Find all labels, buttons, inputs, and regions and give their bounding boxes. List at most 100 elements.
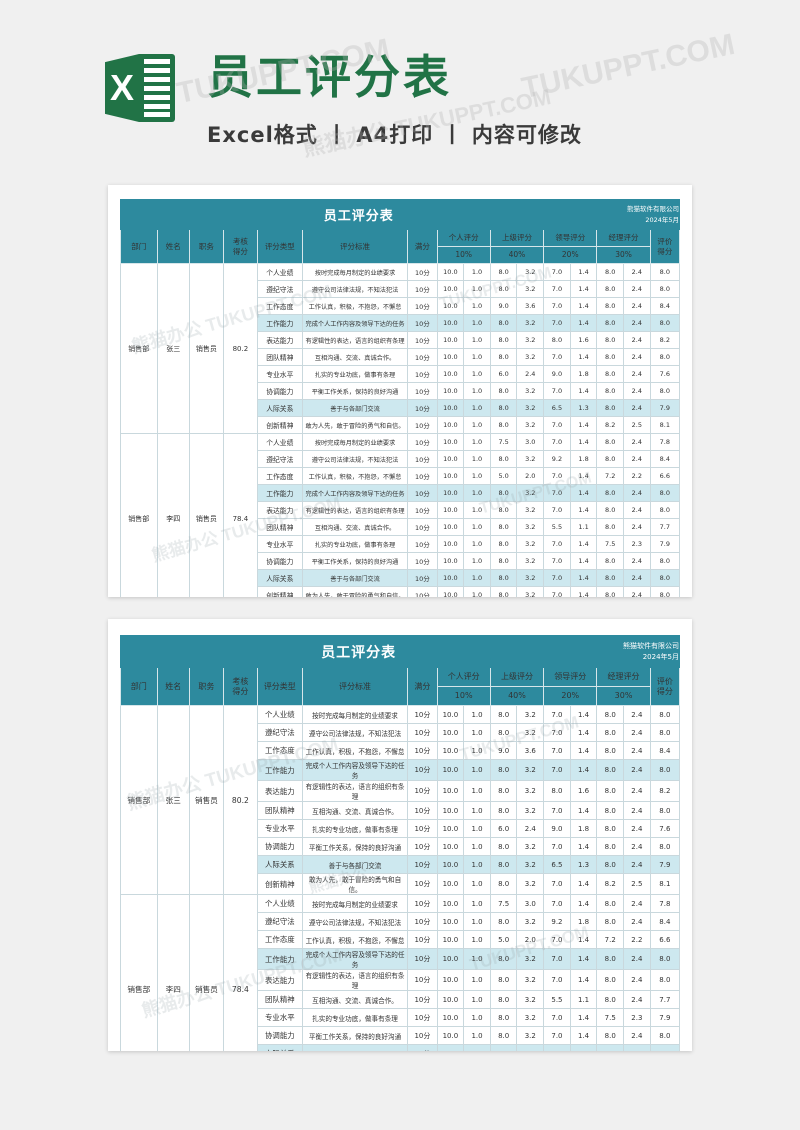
leader-score-cell: 8.0: [543, 780, 571, 802]
full-score-cell: 10分: [407, 837, 438, 856]
superior-score-cell: 8.0: [489, 501, 518, 519]
manager-weighted-cell: 2.4: [623, 894, 651, 913]
full-score-cell: 10分: [407, 969, 438, 991]
table-body-2[interactable]: 销售部 张三 销售员 80.2 个人业绩 按时完成每月制定的业绩要求 10分 10.0 1.0 8…: [120, 705, 681, 1051]
col-header-result-line1: 评价: [657, 237, 673, 247]
table-row[interactable]: 销售部 李四 销售员 78.4 个人业绩 按时完成每月制定的业绩要求 10分 10.0 1.0 7…: [120, 894, 681, 1051]
criteria-desc-cell: 按时完成每月制定的业绩要求: [301, 433, 409, 451]
criteria-type-cell: 专业水平: [256, 819, 303, 838]
self-score-cell: 10.0: [436, 948, 465, 970]
leader-weighted-cell: 1.8: [569, 450, 598, 468]
full-score-cell: 10分: [407, 855, 438, 874]
col-header-group-manager: 经理评分: [596, 667, 651, 687]
criteria-desc-cell: 善于与各部门交流: [301, 569, 409, 587]
self-score-cell: 10.0: [436, 399, 465, 417]
self-score-cell: 10.0: [436, 365, 465, 383]
leader-weighted-cell: 1.4: [569, 723, 598, 742]
col-header-group-self: 个人评分: [436, 667, 491, 687]
col-header-assessment-score: 考核 得分: [222, 229, 258, 264]
superior-weighted-cell: 3.2: [516, 263, 545, 281]
col-header-result-line2: 得分: [657, 246, 673, 256]
employee-name-cell: 李四: [156, 894, 190, 1051]
manager-weighted-cell: 2.2: [623, 467, 651, 485]
leader-weighted-cell: 1.1: [569, 518, 598, 536]
full-score-cell: 10分: [407, 1008, 438, 1027]
self-score-cell: 10.0: [436, 837, 465, 856]
manager-score-cell: 8.0: [596, 586, 625, 597]
table-body-1[interactable]: 销售部 张三 销售员 80.2 个人业绩 按时完成每月制定的业绩要求 10分 10.0 1.0 8…: [120, 263, 681, 597]
self-score-cell: 10.0: [436, 314, 465, 332]
manager-weighted-cell: 2.4: [623, 263, 651, 281]
doc-title-cell: 员工评分表: [119, 199, 598, 230]
col-header-assessment-line2: 得分: [232, 246, 248, 256]
self-weighted-cell: 1.0: [463, 873, 491, 895]
employee-position-cell: 销售员: [188, 433, 224, 597]
document-preview-page-2[interactable]: 熊猫办公 TUKUPPT.COM TUKUPPT.COM 熊猫办公 TUKUPP…: [108, 619, 692, 1051]
criteria-desc-cell: 遵守公司法律法规，不知法犯法: [301, 280, 409, 298]
superior-score-cell: 8.0: [489, 552, 518, 570]
leader-score-cell: 7.0: [543, 280, 571, 298]
manager-weighted-cell: 2.4: [623, 819, 651, 838]
promo-banner: TUKUPPT.COM TUKUPPT.COM 熊猫办公 TUKUPPT.COM…: [0, 0, 800, 185]
manager-weighted-cell: 2.4: [623, 382, 651, 400]
title-row: 员工评分表 熊猫软件有限公司 2024年5月: [119, 199, 680, 230]
self-score-cell: 10.0: [436, 433, 465, 451]
employee-score-table-2[interactable]: 员工评分表 熊猫软件有限公司 2024年5月 部门 姓名 职务 考核 得分 评分…: [119, 635, 681, 1051]
manager-score-cell: 8.2: [596, 416, 625, 434]
result-score-cell: 7.6: [649, 365, 681, 383]
excel-logo-icon: X: [105, 48, 183, 128]
table-head-1: 员工评分表 熊猫软件有限公司 2024年5月 部门 姓名 职务 考核 得分 评分…: [119, 199, 681, 264]
col-header-name: 姓名: [156, 229, 190, 264]
self-weighted-cell: 1.0: [463, 1044, 491, 1051]
self-weighted-cell: 1.0: [463, 801, 491, 820]
employee-name-cell: 张三: [156, 263, 190, 434]
manager-score-cell: 8.0: [596, 365, 625, 383]
leader-score-cell: 9.0: [543, 365, 571, 383]
employee-position-cell: 销售员: [188, 705, 224, 895]
manager-score-cell: 8.0: [596, 552, 625, 570]
criteria-type-cell: 工作能力: [256, 948, 303, 970]
leader-weighted-cell: 1.4: [569, 297, 598, 315]
col-header-name: 姓名: [156, 667, 190, 706]
manager-score-cell: 8.0: [596, 969, 625, 991]
self-weighted-cell: 1.0: [463, 948, 491, 970]
manager-score-cell: 8.0: [596, 484, 625, 502]
full-score-cell: 10分: [407, 535, 438, 553]
manager-score-cell: 8.0: [596, 837, 625, 856]
self-score-cell: 10.0: [436, 894, 465, 913]
table-row[interactable]: 销售部 李四 销售员 78.4 个人业绩 按时完成每月制定的业绩要求 10分 10.0 1.0 7…: [120, 433, 681, 597]
manager-weighted-cell: 2.3: [623, 1008, 651, 1027]
superior-weighted-cell: 3.2: [516, 518, 545, 536]
employee-total-score-cell: 80.2: [222, 263, 258, 434]
leader-weighted-cell: 1.6: [569, 331, 598, 349]
col-header-pct-superior: 40%: [489, 686, 545, 706]
employee-score-table-1[interactable]: 员工评分表 熊猫软件有限公司 2024年5月 部门 姓名 职务 考核 得分 评分…: [119, 199, 681, 597]
full-score-cell: 10分: [407, 501, 438, 519]
leader-score-cell: 7.0: [543, 801, 571, 820]
document-preview-page-1[interactable]: 熊猫办公 TUKUPPT.COM TUKUPPT.COM 熊猫办公 TUKUPP…: [108, 185, 692, 597]
leader-weighted-cell: 1.8: [569, 819, 598, 838]
leader-score-cell: 7.0: [543, 948, 571, 970]
col-header-group-manager: 经理评分: [596, 229, 651, 247]
superior-weighted-cell: 3.2: [516, 705, 545, 724]
result-score-cell: 8.0: [649, 948, 681, 970]
full-score-cell: 10分: [407, 723, 438, 742]
manager-score-cell: 8.0: [596, 382, 625, 400]
full-score-cell: 10分: [407, 780, 438, 802]
superior-score-cell: 8.0: [489, 801, 518, 820]
manager-score-cell: 8.0: [596, 912, 625, 931]
table-row[interactable]: 销售部 张三 销售员 80.2 个人业绩 按时完成每月制定的业绩要求 10分 10.0 1.0 8…: [120, 263, 681, 434]
col-header-pct-self: 10%: [436, 686, 491, 706]
manager-weighted-cell: 2.4: [623, 759, 651, 781]
manager-weighted-cell: 2.4: [623, 586, 651, 597]
self-weighted-cell: 1.0: [463, 535, 491, 553]
leader-weighted-cell: 1.8: [569, 912, 598, 931]
superior-score-cell: 8.0: [489, 723, 518, 742]
leader-score-cell: 9.2: [543, 450, 571, 468]
table-row[interactable]: 销售部 张三 销售员 80.2 个人业绩 按时完成每月制定的业绩要求 10分 10.0 1.0 8…: [120, 705, 681, 895]
leader-weighted-cell: 1.3: [569, 855, 598, 874]
self-weighted-cell: 1.0: [463, 297, 491, 315]
self-weighted-cell: 1.0: [463, 348, 491, 366]
leader-score-cell: 7.0: [543, 1026, 571, 1045]
leader-weighted-cell: 1.3: [569, 399, 598, 417]
